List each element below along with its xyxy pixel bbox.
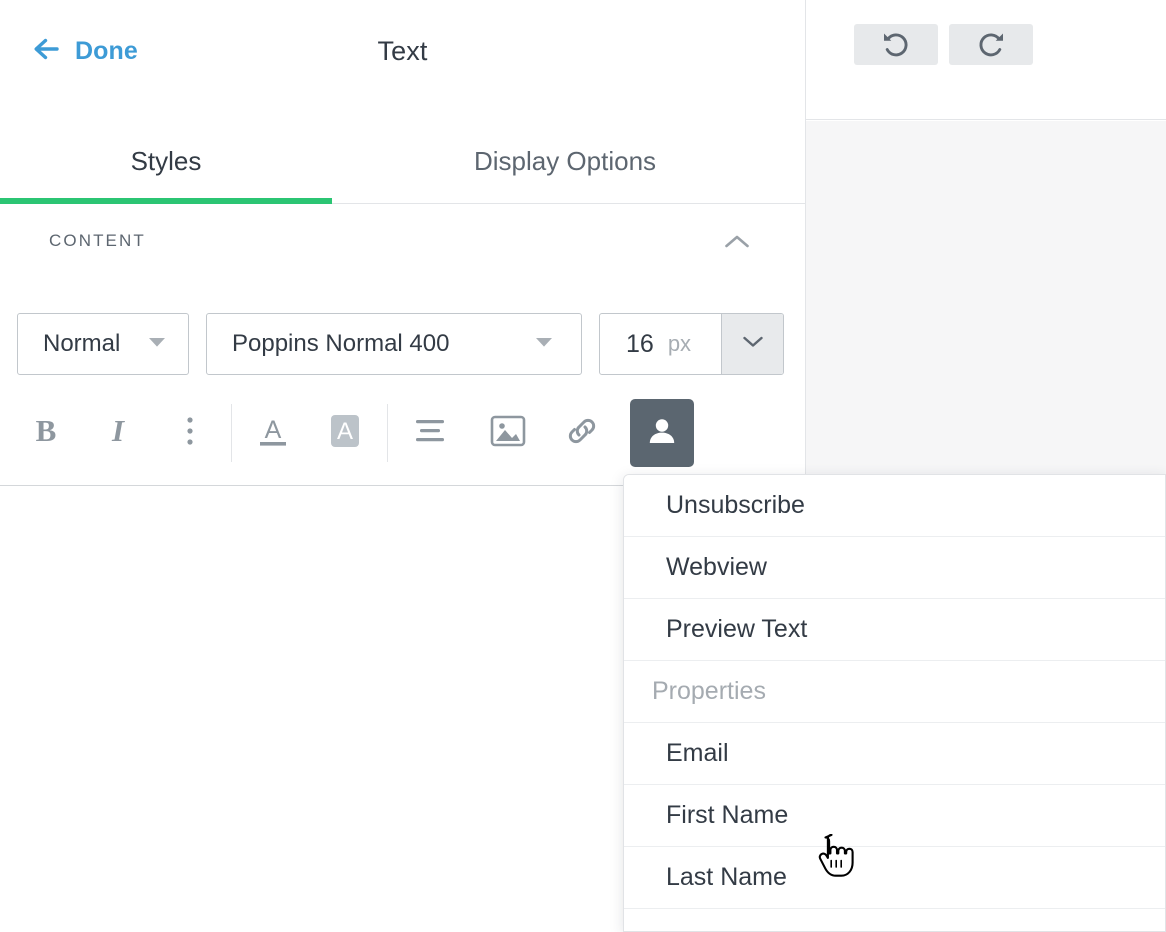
font-size-unit: px bbox=[667, 331, 692, 356]
menu-item-label: First Name bbox=[666, 801, 789, 829]
italic-button[interactable]: I bbox=[94, 409, 142, 457]
redo-button[interactable] bbox=[949, 24, 1033, 65]
highlight-color-button[interactable]: A bbox=[321, 409, 369, 457]
more-options-icon bbox=[186, 416, 194, 451]
toolbar-divider bbox=[231, 404, 232, 462]
paragraph-style-select[interactable]: Normal bbox=[17, 313, 189, 375]
font-family-select[interactable]: Poppins Normal 400 bbox=[206, 313, 582, 375]
menu-item-first-name[interactable]: First Name bbox=[624, 785, 1165, 847]
page-title: Text bbox=[377, 36, 428, 66]
bold-button[interactable]: B bbox=[22, 409, 70, 457]
font-size-input[interactable]: 16 px bbox=[600, 314, 721, 374]
text-color-icon: A bbox=[256, 413, 290, 454]
merge-tag-button[interactable] bbox=[630, 399, 694, 467]
link-icon bbox=[565, 416, 599, 451]
section-title: CONTENT bbox=[49, 231, 146, 250]
menu-item-email[interactable]: Email bbox=[624, 723, 1165, 785]
tab-styles[interactable]: Styles bbox=[0, 111, 332, 203]
font-size-value: 16 bbox=[626, 329, 654, 358]
image-icon bbox=[489, 414, 527, 453]
chevron-up-icon[interactable] bbox=[724, 234, 750, 255]
undo-icon bbox=[881, 31, 911, 59]
italic-icon: I bbox=[103, 413, 133, 452]
caret-down-icon bbox=[148, 335, 166, 353]
merge-tag-dropdown: Unsubscribe Webview Preview Text Propert… bbox=[623, 474, 1166, 932]
tab-bar: Styles Display Options bbox=[0, 111, 805, 204]
app-root: Done Text Styles Display Options CONTENT bbox=[0, 0, 1166, 932]
merge-tag-icon bbox=[645, 414, 679, 453]
menu-item-label: Preview Text bbox=[666, 615, 808, 643]
tab-display-options[interactable]: Display Options bbox=[332, 111, 798, 203]
panel-header: Done Text bbox=[0, 0, 805, 111]
history-buttons bbox=[854, 24, 1033, 65]
font-size-stepper[interactable] bbox=[721, 314, 783, 374]
text-color-button[interactable]: A bbox=[249, 409, 297, 457]
toolbar-divider bbox=[387, 404, 388, 462]
align-button[interactable] bbox=[406, 409, 454, 457]
formatting-toolbar: B I A A bbox=[0, 399, 805, 467]
tab-styles-label: Styles bbox=[130, 146, 202, 176]
highlight-color-icon: A bbox=[327, 412, 363, 455]
content-section-header[interactable]: CONTENT bbox=[0, 204, 805, 278]
svg-text:A: A bbox=[337, 418, 353, 445]
menu-item-unsubscribe[interactable]: Unsubscribe bbox=[624, 475, 1165, 537]
menu-item-label: Webview bbox=[666, 553, 767, 581]
menu-item-label: Last Name bbox=[666, 863, 787, 891]
insert-image-button[interactable] bbox=[484, 409, 532, 457]
svg-text:B: B bbox=[36, 415, 57, 447]
tab-display-options-label: Display Options bbox=[473, 146, 657, 176]
font-size-control: 16 px bbox=[599, 313, 784, 375]
menu-item-webview[interactable]: Webview bbox=[624, 537, 1165, 599]
menu-group-label: Properties bbox=[652, 677, 766, 705]
menu-item-label: Email bbox=[666, 739, 729, 767]
insert-link-button[interactable] bbox=[558, 409, 606, 457]
menu-group-properties: Properties bbox=[624, 661, 1165, 723]
menu-item-preview-text[interactable]: Preview Text bbox=[624, 599, 1165, 661]
align-icon bbox=[413, 418, 447, 449]
svg-text:I: I bbox=[111, 415, 125, 447]
font-family-value: Poppins Normal 400 bbox=[232, 330, 450, 357]
paragraph-style-value: Normal bbox=[43, 330, 121, 357]
caret-down-icon bbox=[535, 335, 553, 353]
redo-icon bbox=[976, 31, 1006, 59]
menu-item-label: Unsubscribe bbox=[666, 491, 805, 519]
undo-button[interactable] bbox=[854, 24, 938, 65]
bold-icon: B bbox=[31, 413, 61, 452]
more-options-button[interactable] bbox=[166, 409, 214, 457]
text-controls-row: Normal Poppins Normal 400 16 px bbox=[0, 313, 805, 375]
svg-text:A: A bbox=[265, 416, 282, 444]
chevron-down-icon bbox=[742, 335, 764, 354]
preview-toolbar bbox=[806, 0, 1166, 120]
menu-item-last-name[interactable]: Last Name bbox=[624, 847, 1165, 909]
